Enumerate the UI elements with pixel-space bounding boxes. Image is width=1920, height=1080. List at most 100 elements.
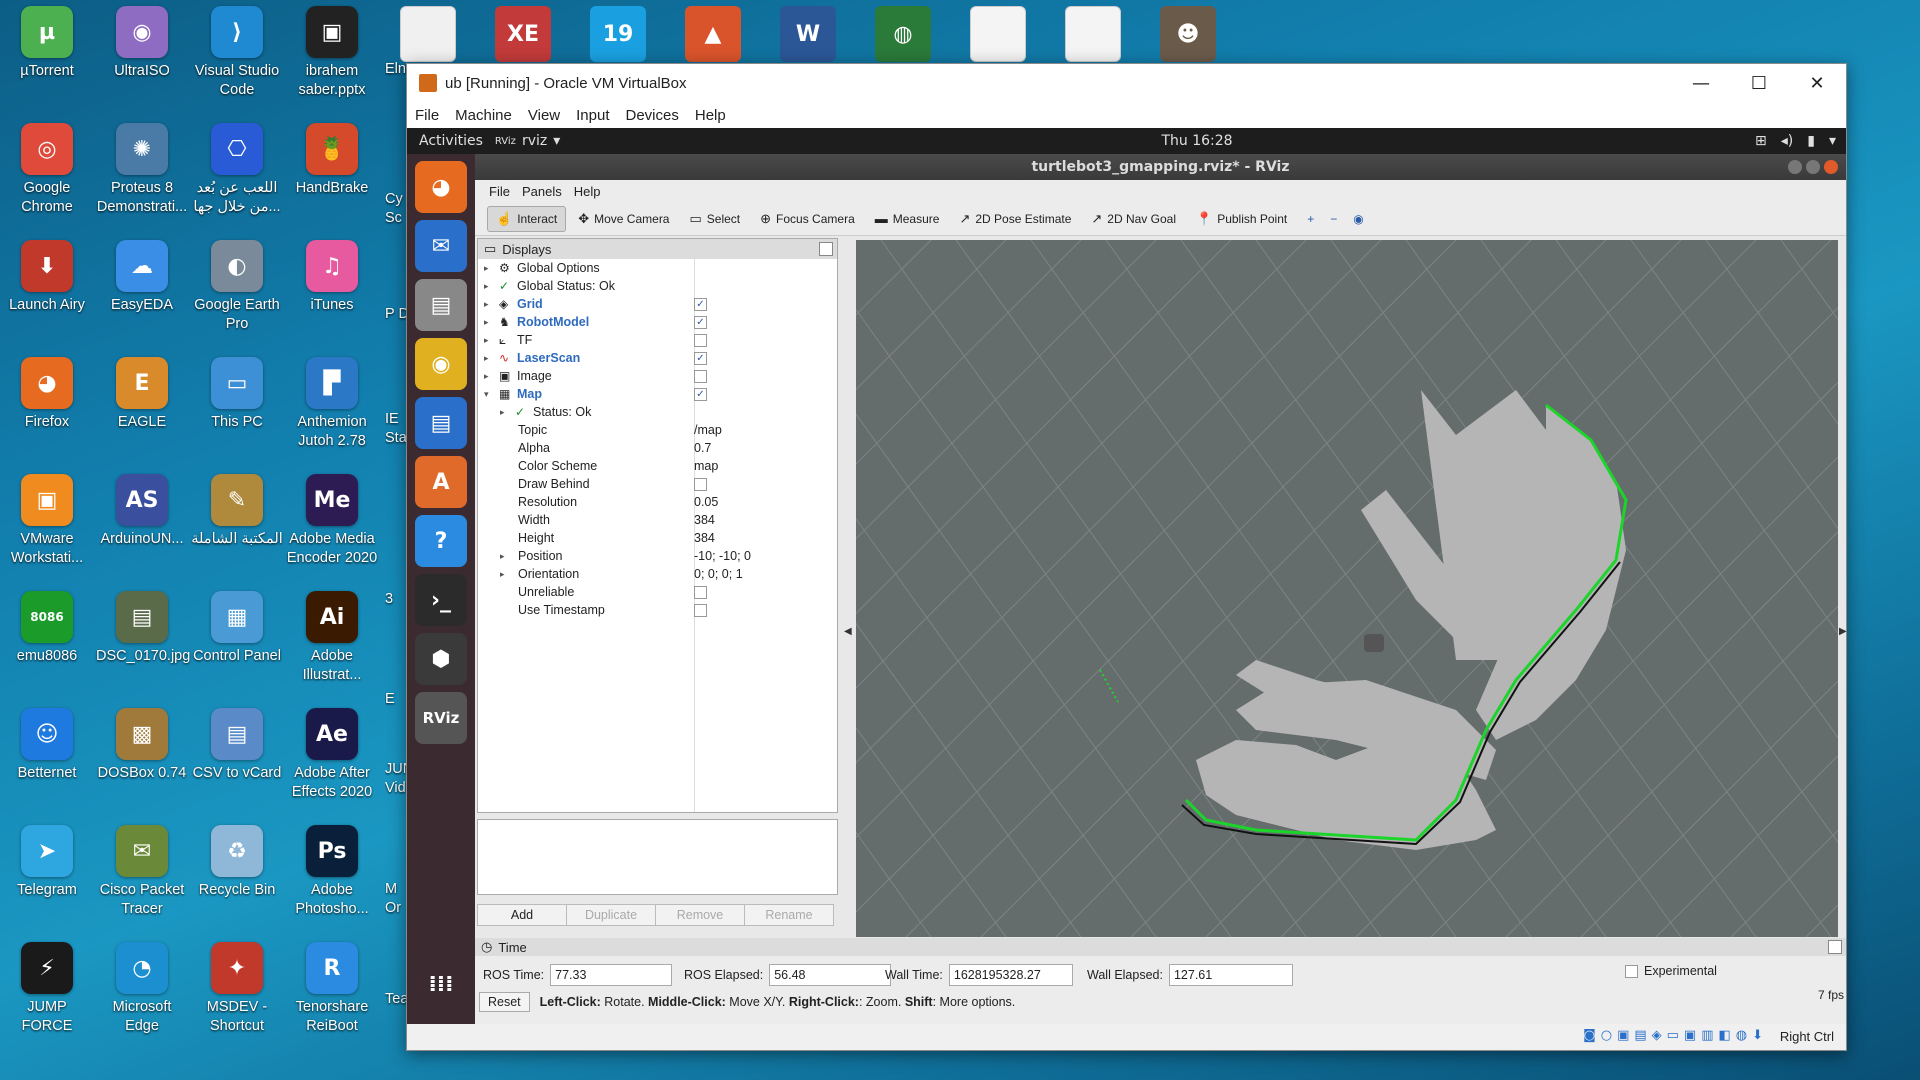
display-row[interactable]: Color Scheme map: [478, 457, 837, 475]
desktop-icon[interactable]: ♫ iTunes: [286, 240, 378, 315]
desktop-icon[interactable]: Ai Adobe Illustrat...: [286, 591, 378, 685]
matlab-icon[interactable]: ▲: [685, 6, 741, 62]
expand-arrow-icon[interactable]: ▸: [484, 313, 489, 331]
expand-arrow-icon[interactable]: ▸: [484, 259, 489, 277]
desktop-icon[interactable]: ▛ Anthemion Jutoh 2.78: [286, 357, 378, 451]
desktop-icon[interactable]: E EAGLE: [96, 357, 188, 432]
blank-file-icon[interactable]: [400, 6, 456, 62]
desktop-icon[interactable]: Me Adobe Media Encoder 2020: [286, 474, 378, 568]
help-icon[interactable]: ?: [415, 515, 467, 567]
writer-icon[interactable]: ▤: [415, 397, 467, 449]
display-row[interactable]: ▸ ✓ Global Status: Ok: [478, 277, 837, 295]
display-checkbox[interactable]: ✓: [694, 316, 707, 329]
oracle-xe-icon[interactable]: XE: [495, 6, 551, 62]
desktop-icon[interactable]: AS ArduinoUN...: [96, 474, 188, 549]
display-row[interactable]: ▸ ◈ Grid ✓: [478, 295, 837, 313]
menu-input[interactable]: Input: [568, 107, 617, 124]
display-row[interactable]: Topic/map: [478, 421, 837, 439]
panel-float-button[interactable]: [819, 242, 833, 256]
expand-arrow-icon[interactable]: ▸: [484, 349, 489, 367]
menu-machine[interactable]: Machine: [447, 107, 520, 124]
duplicate-button[interactable]: Duplicate: [566, 904, 656, 926]
minimize-button[interactable]: —: [1672, 73, 1730, 94]
3d-viewport[interactable]: [856, 240, 1838, 937]
virtualbox-guest-icon[interactable]: ⬢: [415, 633, 467, 685]
system-tray[interactable]: ⊞ ◂) ▮ ▾: [1755, 133, 1836, 149]
desktop-icon[interactable]: ✎ المكتبة الشاملة: [191, 474, 283, 549]
expand-arrow-icon[interactable]: ▸: [500, 403, 505, 421]
display-checkbox[interactable]: [694, 604, 707, 617]
desktop-icon[interactable]: ➤ Telegram: [1, 825, 93, 900]
rviz-icon[interactable]: RViz: [415, 692, 467, 744]
remove-button[interactable]: Remove: [655, 904, 745, 926]
desktop-icon[interactable]: ☁ EasyEDA: [96, 240, 188, 315]
close-button[interactable]: [1824, 160, 1838, 174]
display-row[interactable]: Height 384: [478, 529, 837, 547]
software-icon[interactable]: A: [415, 456, 467, 508]
desktop-icon[interactable]: ▣ VMware Workstati...: [1, 474, 93, 568]
tool-move-camera[interactable]: ✥ Move Camera: [570, 207, 677, 231]
display-row[interactable]: ▸ Position -10; -10; 0: [478, 547, 837, 565]
menu-view[interactable]: View: [520, 107, 568, 124]
desktop-icon[interactable]: ♻ Recycle Bin: [191, 825, 283, 900]
desktop-icon[interactable]: Ps Adobe Photosho...: [286, 825, 378, 919]
tool-measure[interactable]: ▬ Measure: [867, 207, 948, 230]
desktop-icon[interactable]: ◔ Microsoft Edge: [96, 942, 188, 1036]
experimental-checkbox[interactable]: [1625, 964, 1638, 978]
desktop-icon[interactable]: ▤ DSC_0170.jpg: [96, 591, 190, 666]
display-row[interactable]: ▸ ∿ LaserScan ✓: [478, 349, 837, 367]
rviz-menu-help[interactable]: Help: [568, 184, 607, 199]
minimize-button[interactable]: [1788, 160, 1802, 174]
desktop-icon[interactable]: ⚡ JUMP FORCE: [1, 942, 93, 1036]
desktop-icon[interactable]: ◎ Google Chrome: [1, 123, 93, 217]
display-row[interactable]: Resolution 0.05: [478, 493, 837, 511]
ros-time-field[interactable]: 77.33: [550, 964, 673, 986]
wall-time-field[interactable]: 1628195328.27: [948, 964, 1073, 986]
tool-select[interactable]: ▭ Select: [681, 207, 748, 231]
files-icon[interactable]: ▤: [415, 279, 467, 331]
desktop-icon[interactable]: ⟩ Visual Studio Code: [191, 6, 283, 100]
display-checkbox[interactable]: [694, 478, 707, 491]
rhythmbox-icon[interactable]: ◉: [415, 338, 467, 390]
clock[interactable]: Thu 16:28: [1127, 133, 1267, 149]
close-button[interactable]: ✕: [1788, 73, 1846, 94]
desktop-icon[interactable]: ⬇ Launch Airy: [1, 240, 93, 315]
menu-file[interactable]: File: [407, 107, 447, 124]
tool-2d-nav-goal[interactable]: ↗ 2D Nav Goal: [1083, 207, 1184, 231]
zoom-plus-icon[interactable]: +: [1307, 212, 1314, 226]
display-value[interactable]: 384: [694, 511, 715, 529]
display-row[interactable]: Width 384: [478, 511, 837, 529]
display-row[interactable]: ▾ ▦ Map ✓: [478, 385, 837, 403]
display-value[interactable]: 0.7: [694, 439, 711, 457]
doc-thumb-icon[interactable]: [1065, 6, 1121, 62]
desktop-icon[interactable]: ▦ Control Panel: [191, 591, 283, 666]
display-row[interactable]: Unreliable: [478, 583, 837, 601]
thunderbird-icon[interactable]: ✉: [415, 220, 467, 272]
expand-arrow-icon[interactable]: ▸: [500, 547, 505, 565]
desktop-icon[interactable]: ☺ Betternet: [1, 708, 93, 783]
display-checkbox[interactable]: ✓: [694, 298, 707, 311]
display-checkbox[interactable]: ✓: [694, 352, 707, 365]
display-row[interactable]: ▸ ✓ Status: Ok: [478, 403, 837, 421]
terminal-icon[interactable]: ›_: [415, 574, 467, 626]
display-row[interactable]: Use Timestamp: [478, 601, 837, 619]
tool-2d-pose-estimate[interactable]: ↗ 2D Pose Estimate: [951, 207, 1079, 231]
add-button[interactable]: Add: [477, 904, 567, 926]
ros-elapsed-field[interactable]: 56.48: [769, 964, 892, 986]
display-row[interactable]: ▸ ♞ RobotModel ✓: [478, 313, 837, 331]
app-menu[interactable]: RViz rviz ▾: [495, 133, 560, 149]
desktop-icon[interactable]: ◉ UltraISO: [96, 6, 188, 81]
activities-button[interactable]: Activities: [407, 133, 495, 149]
display-value[interactable]: /map: [694, 421, 722, 439]
desktop-icon[interactable]: ✺ Proteus 8 Demonstrati...: [96, 123, 188, 217]
person-photo-icon[interactable]: ☻: [1160, 6, 1216, 62]
rviz-menu-file[interactable]: File: [483, 184, 516, 199]
maximize-button[interactable]: [1806, 160, 1820, 174]
zoom-minus-icon[interactable]: −: [1330, 212, 1337, 226]
display-row[interactable]: ▸ ⚙ Global Options: [478, 259, 837, 277]
expand-arrow-icon[interactable]: ▸: [500, 565, 505, 583]
display-value[interactable]: map: [694, 457, 718, 475]
rename-button[interactable]: Rename: [744, 904, 834, 926]
expand-arrow-icon[interactable]: ▸: [484, 295, 489, 313]
desktop-icon[interactable]: ◕ Firefox: [1, 357, 93, 432]
